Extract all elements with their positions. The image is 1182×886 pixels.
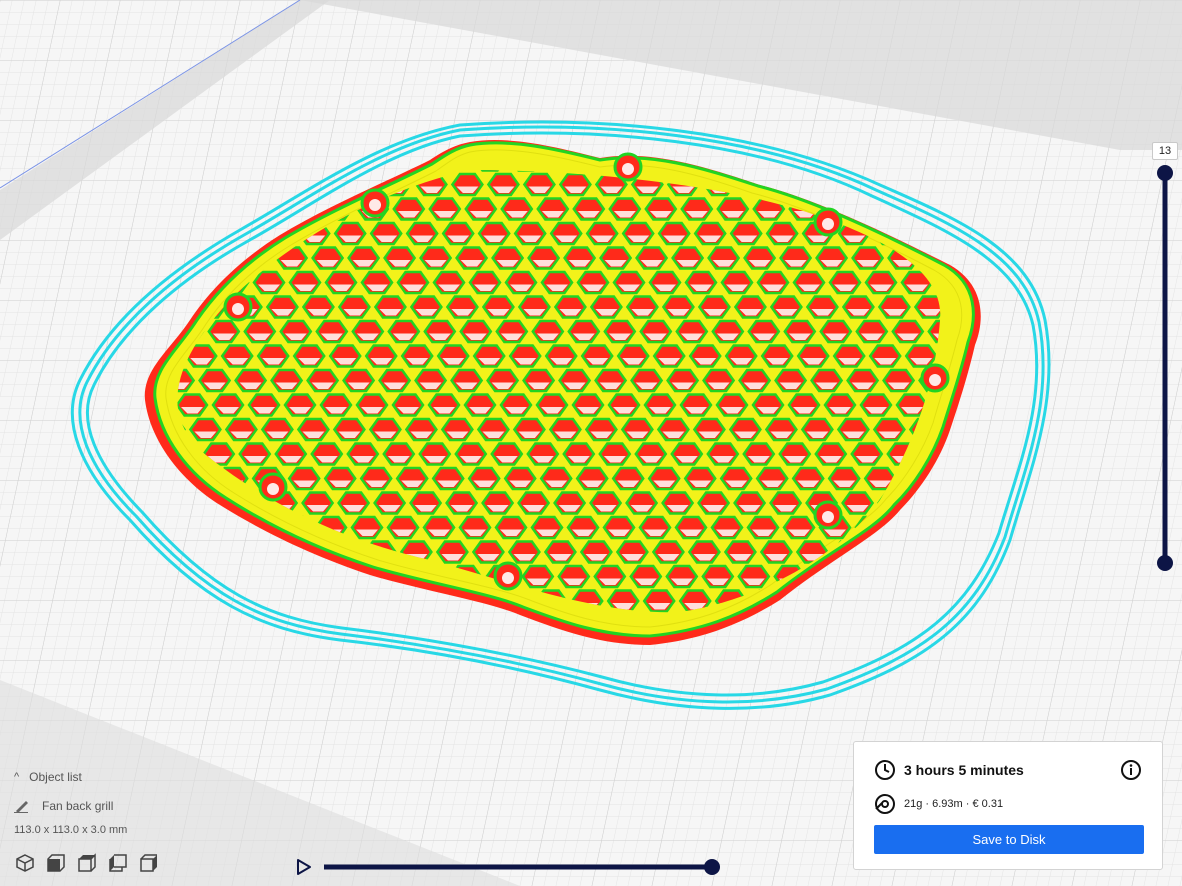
top-view-button[interactable] — [76, 852, 98, 874]
layer-slider-bottom-handle[interactable] — [1157, 555, 1173, 571]
right-view-icon — [140, 854, 157, 872]
print-info-panel: 3 hours 5 minutes 21g · 6.93m · € 0.31 S… — [853, 741, 1163, 870]
left-view-icon — [109, 854, 127, 872]
object-list-label: Object list — [29, 770, 82, 784]
print-time: 3 hours 5 minutes — [904, 762, 1024, 778]
current-layer-label: 13 — [1152, 142, 1178, 160]
left-view-button[interactable] — [107, 852, 129, 874]
simulation-bar — [297, 859, 720, 875]
3d-view-icon — [16, 854, 34, 872]
layer-slider[interactable] — [1150, 160, 1180, 580]
object-dimensions: 113.0 x 113.0 x 3.0 mm — [14, 824, 128, 836]
simulation-slider-handle[interactable] — [704, 859, 720, 875]
object-name-row[interactable]: Fan back grill — [14, 799, 113, 813]
right-view-button[interactable] — [138, 852, 160, 874]
3d-view-button[interactable] — [14, 852, 36, 874]
chevron-up-icon: ^ — [14, 771, 20, 783]
print-time-row: 3 hours 5 minutes — [874, 759, 1024, 781]
material-row: 21g · 6.93m · € 0.31 — [874, 793, 1003, 815]
object-list-toggle[interactable]: ^ Object list — [14, 770, 82, 784]
info-icon[interactable] — [1120, 759, 1142, 781]
front-view-button[interactable] — [45, 852, 67, 874]
play-button[interactable] — [297, 859, 311, 875]
material-usage: 21g · 6.93m · € 0.31 — [904, 798, 1004, 810]
object-name: Fan back grill — [42, 799, 114, 813]
pencil-icon — [14, 801, 28, 813]
play-icon — [297, 859, 311, 875]
save-to-disk-button[interactable]: Save to Disk — [874, 825, 1144, 854]
view-orientation-buttons — [14, 852, 160, 874]
front-view-icon — [47, 854, 65, 872]
spool-icon — [875, 794, 895, 814]
top-view-icon — [78, 853, 96, 872]
clock-icon — [875, 760, 895, 780]
layer-slider-top-handle[interactable] — [1157, 165, 1173, 181]
